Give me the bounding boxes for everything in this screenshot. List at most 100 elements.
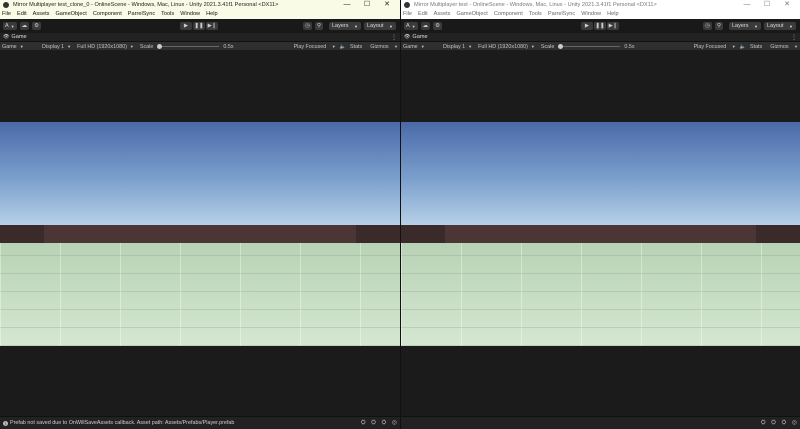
menu-help[interactable]: Help	[607, 11, 619, 17]
tab-game[interactable]: 👁 Game	[404, 34, 428, 40]
close-icon[interactable]: ✕	[377, 0, 397, 9]
scale-label: Scale	[139, 43, 154, 50]
menu-edit[interactable]: Edit	[17, 11, 27, 17]
bug-icon[interactable]: ⛭	[361, 420, 366, 426]
game-viewport[interactable]	[401, 50, 800, 417]
pause-icon[interactable]: ❚❚	[594, 22, 606, 30]
minimize-icon[interactable]: —	[737, 0, 757, 9]
bug-icon[interactable]: ⛭	[761, 420, 766, 426]
status-bar: i Prefab not saved due to OnWillSaveAsse…	[0, 416, 400, 429]
settings-gear-icon[interactable]: ⚙	[32, 22, 42, 30]
menu-parrelsync[interactable]: ParrelSync	[128, 11, 155, 17]
play-mode-dropdown[interactable]: Play Focused ▼	[690, 44, 736, 50]
maximize-icon[interactable]: ☐	[357, 0, 377, 9]
slider-knob[interactable]	[558, 44, 564, 49]
play-icon[interactable]: ▶	[581, 22, 593, 30]
scale-slider[interactable]	[558, 44, 621, 49]
account-button[interactable]: A ▼	[404, 22, 418, 30]
menu-gameobject[interactable]: GameObject	[456, 11, 487, 17]
search-icon[interactable]: ⚲	[714, 22, 723, 30]
stats-button[interactable]: Stats	[750, 44, 762, 50]
view-selector[interactable]: Game ▼	[2, 44, 36, 50]
account-label: A	[406, 23, 410, 29]
scale-control: Scale 0.5x	[541, 44, 635, 50]
resolution-selector[interactable]: Full HD (1920x1080) ▼	[478, 44, 535, 50]
stats-button[interactable]: Stats	[350, 44, 362, 50]
arena-wall	[0, 225, 400, 243]
close-icon[interactable]: ✕	[777, 0, 797, 9]
progress-icon[interactable]: ⛭	[371, 420, 376, 426]
layout-dropdown[interactable]: Layout ▼	[364, 22, 396, 30]
layout-label: Layout	[367, 23, 384, 29]
chevron-down-icon: ▼	[331, 43, 336, 49]
tab-bar: 👁 Game ⋮	[0, 33, 400, 42]
cloud-icon[interactable]: ☁	[420, 22, 431, 30]
toolbar-right: ◷ ⚲ Layers ▼ Layout ▼	[703, 22, 796, 30]
maximize-icon[interactable]: ☐	[757, 0, 777, 9]
gizmos-dropdown[interactable]: Gizmos ▼	[366, 44, 398, 50]
game-render	[401, 122, 800, 346]
collab-icon[interactable]: ◎	[792, 420, 797, 426]
play-mode-dropdown[interactable]: Play Focused ▼	[290, 44, 336, 50]
console-message[interactable]: i Prefab not saved due to OnWillSaveAsse…	[3, 420, 357, 426]
tab-game[interactable]: 👁 Game	[3, 34, 27, 40]
menu-file[interactable]: File	[403, 11, 412, 17]
menu-assets[interactable]: Assets	[33, 11, 50, 17]
resolution-selector[interactable]: Full HD (1920x1080) ▼	[77, 44, 134, 50]
play-icon[interactable]: ▶	[180, 22, 192, 30]
menu-tools[interactable]: Tools	[529, 11, 542, 17]
resolution-label: Full HD (1920x1080)	[77, 43, 127, 50]
history-icon[interactable]: ◷	[703, 22, 712, 30]
collab-icon[interactable]: ◎	[392, 420, 397, 426]
kebab-menu-icon[interactable]: ⋮	[391, 34, 397, 41]
info-icon: i	[3, 420, 8, 426]
menu-file[interactable]: File	[2, 11, 11, 17]
layers-dropdown[interactable]: Layers ▼	[729, 22, 761, 30]
network-icon[interactable]: ⛭	[381, 420, 386, 426]
display-selector[interactable]: Display 1 ▼	[443, 44, 472, 50]
step-icon[interactable]: ▶❙	[206, 22, 218, 30]
step-icon[interactable]: ▶❙	[607, 22, 619, 30]
title-bar[interactable]: Mirror Multiplayer test - OnlineScene - …	[401, 0, 800, 9]
cloud-icon[interactable]: ☁	[19, 22, 30, 30]
view-selector[interactable]: Game ▼	[403, 44, 437, 50]
wall-corner-right	[356, 225, 400, 243]
game-viewport[interactable]	[0, 50, 400, 417]
menu-window[interactable]: Window	[581, 11, 601, 17]
game-view-icon: 👁	[404, 34, 411, 40]
title-bar[interactable]: Mirror Multiplayer test_clone_0 - Online…	[0, 0, 400, 9]
chevron-down-icon: ▼	[129, 44, 134, 49]
menu-window[interactable]: Window	[180, 11, 200, 17]
history-icon[interactable]: ◷	[303, 22, 312, 30]
mute-audio-icon[interactable]: 🔈	[740, 44, 746, 50]
minimize-icon[interactable]: —	[337, 0, 357, 9]
menu-gameobject[interactable]: GameObject	[55, 11, 86, 17]
account-button[interactable]: A ▼	[3, 22, 17, 30]
network-icon[interactable]: ⛭	[781, 420, 786, 426]
menu-tools[interactable]: Tools	[161, 11, 174, 17]
mute-audio-icon[interactable]: 🔈	[340, 44, 346, 50]
layout-dropdown[interactable]: Layout ▼	[764, 22, 796, 30]
search-icon[interactable]: ⚲	[314, 22, 323, 30]
slider-knob[interactable]	[157, 44, 163, 49]
toolbar-right: ◷ ⚲ Layers ▼ Layout ▼	[303, 22, 396, 30]
menu-assets[interactable]: Assets	[434, 11, 451, 17]
menu-edit[interactable]: Edit	[418, 11, 428, 17]
kebab-menu-icon[interactable]: ⋮	[791, 34, 797, 41]
gizmos-dropdown[interactable]: Gizmos ▼	[766, 44, 798, 50]
chevron-down-icon: ▼	[411, 23, 416, 29]
gizmos-label: Gizmos	[370, 43, 389, 50]
settings-gear-icon[interactable]: ⚙	[433, 22, 443, 30]
menu-help[interactable]: Help	[206, 11, 218, 17]
unity-app-icon	[3, 1, 9, 8]
pause-icon[interactable]: ❚❚	[193, 22, 205, 30]
scale-value: 0.5x	[223, 43, 234, 50]
menu-parrelsync[interactable]: ParrelSync	[548, 11, 575, 17]
menu-component[interactable]: Component	[93, 11, 122, 17]
layers-dropdown[interactable]: Layers ▼	[329, 22, 361, 30]
display-selector[interactable]: Display 1 ▼	[42, 44, 71, 50]
menu-component[interactable]: Component	[494, 11, 523, 17]
progress-icon[interactable]: ⛭	[771, 420, 776, 426]
scale-slider[interactable]	[157, 44, 220, 49]
sky	[401, 122, 800, 225]
